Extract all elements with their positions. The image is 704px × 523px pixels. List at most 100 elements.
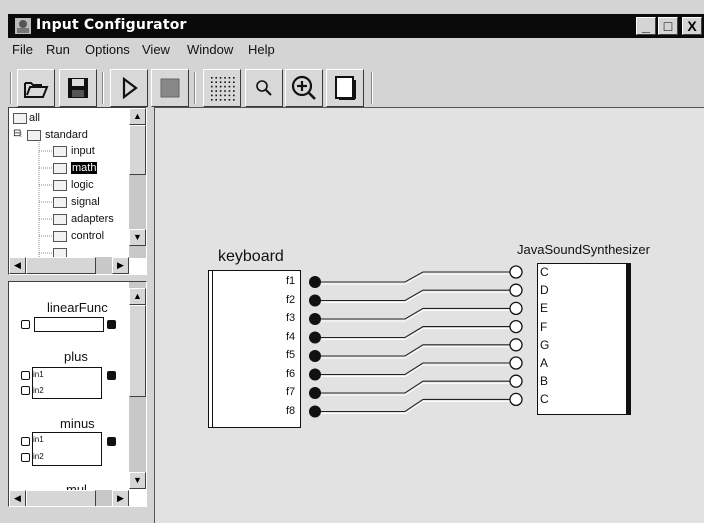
input-port-icon[interactable] bbox=[509, 301, 523, 316]
keyboard-port-label: f2 bbox=[286, 293, 296, 306]
menu-view[interactable]: View bbox=[142, 42, 170, 57]
synth-node[interactable] bbox=[537, 263, 631, 415]
menu-options[interactable]: Options bbox=[85, 42, 130, 57]
scroll-down-icon[interactable]: ▼ bbox=[129, 472, 146, 489]
grid-icon bbox=[211, 77, 235, 101]
keyboard-port-label: f4 bbox=[286, 330, 296, 343]
output-port-icon[interactable] bbox=[309, 276, 321, 288]
maximize-button[interactable]: □ bbox=[658, 17, 678, 35]
output-port-icon[interactable] bbox=[309, 313, 321, 325]
run-button[interactable] bbox=[110, 69, 148, 107]
menu-bar: File Run Options View Window Help bbox=[8, 38, 704, 62]
synth-port-label: C bbox=[540, 392, 549, 407]
synth-port-label: A bbox=[540, 356, 549, 370]
zoom-in-icon bbox=[291, 75, 316, 100]
scroll-thumb[interactable] bbox=[129, 305, 146, 397]
scroll-up-icon[interactable]: ▲ bbox=[129, 108, 146, 125]
zoom-in-button[interactable] bbox=[285, 69, 323, 107]
input-port-icon bbox=[21, 371, 30, 380]
input-port-icon[interactable] bbox=[509, 265, 523, 279]
minimize-icon: _ bbox=[642, 18, 650, 34]
synth-port-label: B bbox=[540, 374, 549, 389]
synth-port-label: G bbox=[540, 337, 550, 352]
scroll-thumb[interactable] bbox=[129, 125, 146, 175]
output-port-icon[interactable] bbox=[309, 331, 321, 344]
folder-icon bbox=[53, 163, 67, 174]
component-box bbox=[34, 317, 104, 332]
menu-window[interactable]: Window bbox=[187, 42, 233, 57]
keyboard-port-label: f5 bbox=[286, 349, 296, 361]
graph-canvas[interactable]: keyboard f1 f2 f3 f4 f5 f6 f7 f8 JavaSoundSynth… bbox=[154, 107, 704, 523]
folder-icon bbox=[53, 197, 67, 208]
maximize-icon: □ bbox=[663, 18, 673, 34]
scroll-thumb[interactable] bbox=[26, 490, 96, 506]
scroll-up-icon[interactable]: ▲ bbox=[129, 288, 146, 305]
component-palette: linearFunc plus in1 in2 minus in1 in2 mu… bbox=[8, 281, 147, 507]
open-icon bbox=[24, 82, 49, 98]
output-port-icon[interactable] bbox=[309, 368, 321, 381]
palette-label-plus: plus bbox=[64, 349, 88, 364]
input-port-icon bbox=[21, 437, 30, 446]
scroll-right-icon[interactable]: ▶ bbox=[112, 490, 129, 506]
collapse-icon[interactable]: ⊟ bbox=[13, 128, 21, 139]
save-button[interactable] bbox=[59, 69, 97, 107]
folder-icon bbox=[53, 214, 67, 225]
toolbar-separator bbox=[194, 72, 196, 104]
node-edge bbox=[212, 271, 213, 427]
category-tree: all ⊟ standard input math logic signal a… bbox=[8, 107, 147, 275]
run-icon bbox=[122, 76, 138, 100]
folder-icon bbox=[53, 231, 67, 242]
save-icon bbox=[68, 78, 88, 98]
tree-vertical-scrollbar[interactable]: ▲ ▼ bbox=[129, 108, 146, 258]
grid-button[interactable] bbox=[203, 69, 241, 107]
menu-file[interactable]: File bbox=[12, 42, 33, 57]
minimize-button[interactable]: _ bbox=[636, 17, 656, 35]
synth-port-label: D bbox=[540, 283, 549, 298]
page-icon bbox=[335, 76, 356, 100]
output-port-icon[interactable] bbox=[309, 294, 321, 307]
synth-port-label: F bbox=[540, 319, 548, 334]
input-port-icon bbox=[21, 386, 30, 395]
input-port-icon[interactable] bbox=[509, 338, 523, 352]
keyboard-node-title: keyboard bbox=[218, 248, 284, 265]
menu-run[interactable]: Run bbox=[46, 42, 70, 57]
app-icon bbox=[15, 18, 31, 34]
scroll-right-icon[interactable]: ▶ bbox=[112, 257, 129, 274]
input-port-icon[interactable] bbox=[509, 392, 523, 407]
output-port-icon[interactable] bbox=[309, 387, 321, 399]
open-button[interactable] bbox=[17, 69, 55, 107]
input-port-icon[interactable] bbox=[509, 319, 523, 334]
scroll-left-icon[interactable]: ◀ bbox=[9, 490, 26, 506]
toolbar-separator bbox=[10, 72, 12, 104]
scroll-thumb[interactable] bbox=[26, 257, 96, 274]
input-port-icon[interactable] bbox=[509, 374, 523, 388]
toolbar-separator bbox=[371, 72, 373, 104]
stop-icon bbox=[160, 78, 180, 98]
tree-horizontal-scrollbar[interactable]: ◀ ▶ bbox=[9, 257, 129, 274]
synth-node-title: JavaSoundSynthesizer bbox=[517, 242, 650, 257]
toolbar-separator bbox=[102, 72, 104, 104]
close-button[interactable]: X bbox=[682, 17, 702, 35]
title-bar[interactable]: Input Configurator _ □ X bbox=[8, 14, 704, 38]
stop-button[interactable] bbox=[151, 69, 189, 107]
output-port-icon[interactable] bbox=[309, 350, 321, 362]
zoom-out-button[interactable] bbox=[245, 69, 283, 107]
input-port-icon[interactable] bbox=[509, 356, 523, 370]
folder-icon bbox=[53, 180, 67, 191]
synth-port-label: E bbox=[540, 301, 549, 316]
page-button[interactable] bbox=[326, 69, 364, 107]
palette-horizontal-scrollbar[interactable]: ◀ ▶ bbox=[9, 490, 129, 506]
keyboard-port-label: f3 bbox=[286, 312, 296, 324]
folder-icon bbox=[53, 146, 67, 157]
scroll-left-icon[interactable]: ◀ bbox=[9, 257, 26, 274]
keyboard-port-label: f6 bbox=[286, 367, 296, 380]
output-port-icon bbox=[107, 371, 116, 380]
close-icon: X bbox=[687, 18, 697, 34]
keyboard-port-label: f7 bbox=[286, 386, 296, 398]
output-port-icon[interactable] bbox=[309, 405, 321, 418]
input-port-icon bbox=[21, 453, 30, 462]
palette-vertical-scrollbar[interactable]: ▲ ▼ bbox=[129, 282, 146, 489]
scroll-down-icon[interactable]: ▼ bbox=[129, 229, 146, 246]
input-port-icon[interactable] bbox=[509, 283, 523, 297]
menu-help[interactable]: Help bbox=[248, 42, 275, 57]
